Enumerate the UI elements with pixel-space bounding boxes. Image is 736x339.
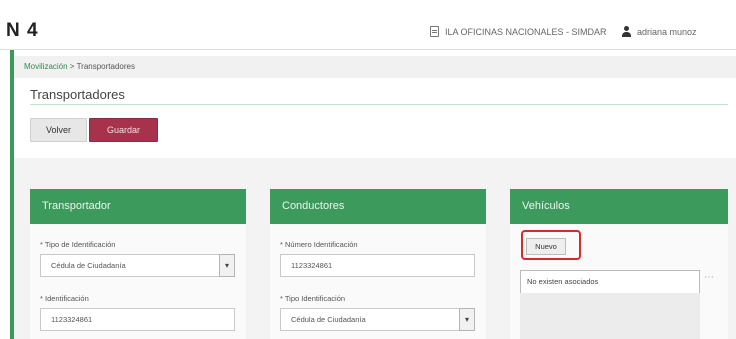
- conductores-panel-title: Conductores: [270, 189, 486, 224]
- app-brand: N 4: [6, 20, 39, 41]
- conductor-id-type-label: * Tipo Identificación: [280, 294, 346, 303]
- user-name: adriana munoz: [637, 26, 697, 37]
- conductor-id-number-label: * Número Identificación: [280, 240, 358, 249]
- vehicles-list-area: [520, 293, 700, 339]
- top-bar: N 4 ILA OFICINAS NACIONALES - SIMDAR adr…: [0, 0, 736, 50]
- user-menu[interactable]: adriana munoz: [622, 26, 697, 37]
- vehiculos-panel-title: Vehículos: [510, 189, 728, 224]
- transportador-id-input[interactable]: 1123324861: [40, 308, 235, 331]
- conductor-id-type-select[interactable]: Cédula de Ciudadanía ▾: [280, 308, 475, 331]
- transportador-id-label: * Identificación: [40, 294, 89, 303]
- title-divider: [30, 104, 728, 105]
- office-selector[interactable]: ILA OFICINAS NACIONALES - SIMDAR: [430, 26, 607, 37]
- chevron-down-icon[interactable]: ▾: [459, 308, 475, 331]
- more-options-icon[interactable]: ⋯: [704, 272, 714, 283]
- chevron-down-icon[interactable]: ▾: [219, 254, 235, 277]
- user-icon: [622, 26, 631, 37]
- breadcrumb-separator: >: [67, 62, 77, 71]
- save-button[interactable]: Guardar: [89, 118, 158, 142]
- breadcrumb-link-movilizacion[interactable]: Movilización: [24, 62, 68, 71]
- transportador-id-type-select[interactable]: Cédula de Ciudadanía ▾: [40, 254, 235, 277]
- breadcrumb: Movilización > Transportadores: [14, 56, 736, 78]
- conductor-id-type-value: Cédula de Ciudadanía: [291, 315, 366, 324]
- transportador-id-type-value: Cédula de Ciudadanía: [51, 261, 126, 270]
- page-title: Transportadores: [30, 87, 125, 102]
- highlight-annotation: [521, 230, 581, 260]
- vehicles-list: No existen asociados: [520, 270, 700, 294]
- breadcrumb-current: Transportadores: [76, 62, 135, 71]
- transportador-panel-title: Transportador: [30, 189, 246, 224]
- back-button[interactable]: Volver: [30, 118, 87, 142]
- transportador-id-type-label: * Tipo de Identificación: [40, 240, 116, 249]
- conductor-id-number-input[interactable]: 1123324861: [280, 254, 475, 277]
- office-name: ILA OFICINAS NACIONALES - SIMDAR: [445, 26, 607, 37]
- building-icon: [430, 26, 439, 37]
